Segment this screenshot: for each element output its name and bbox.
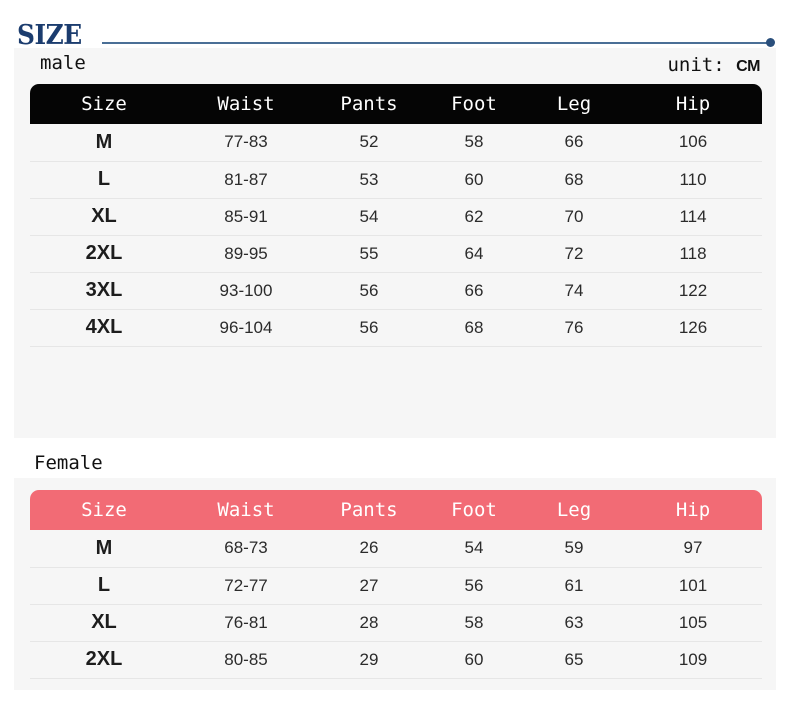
male-row-2-size: XL [30, 198, 178, 236]
female-row-2-waist: 76-81 [178, 604, 314, 642]
male-row-4-waist: 93-100 [178, 272, 314, 310]
female-table-header-row: Size Waist Pants Foot Leg Hip [30, 490, 762, 530]
male-row-5-leg: 76 [524, 309, 624, 347]
male-row-2-hip: 114 [624, 198, 762, 236]
female-row-3-pants: 29 [314, 641, 424, 679]
male-row-5-waist: 96-104 [178, 309, 314, 347]
female-row-0-leg: 59 [524, 530, 624, 568]
female-row-2-hip: 105 [624, 604, 762, 642]
size-logo: SIZE [17, 20, 82, 51]
male-section-label: male [40, 52, 86, 74]
female-row-3-size: 2XL [30, 641, 178, 679]
female-row-3-leg: 65 [524, 641, 624, 679]
female-row-2-foot: 58 [424, 604, 524, 642]
female-row-1-waist: 72-77 [178, 567, 314, 605]
male-row-3-hip: 118 [624, 235, 762, 273]
female-row-2-leg: 63 [524, 604, 624, 642]
female-col-header-foot: Foot [424, 490, 524, 530]
male-row-2-foot: 62 [424, 198, 524, 236]
male-col-header-hip: Hip [624, 84, 762, 124]
male-row-4-foot: 66 [424, 272, 524, 310]
table-row: 2XL 80-85 29 60 65 109 [30, 641, 762, 679]
female-row-1-leg: 61 [524, 567, 624, 605]
table-row: 2XL 89-95 55 64 72 118 [30, 235, 762, 273]
table-row: M 68-73 26 54 59 97 [30, 530, 762, 568]
female-row-2-size: XL [30, 604, 178, 642]
male-row-0-waist: 77-83 [178, 124, 314, 162]
male-row-1-waist: 81-87 [178, 161, 314, 199]
female-row-0-waist: 68-73 [178, 530, 314, 568]
male-col-header-foot: Foot [424, 84, 524, 124]
male-row-0-hip: 106 [624, 124, 762, 162]
male-col-header-size: Size [30, 84, 178, 124]
female-section-label: Female [34, 452, 103, 474]
male-row-2-waist: 85-91 [178, 198, 314, 236]
table-row: 4XL 96-104 56 68 76 126 [30, 309, 762, 347]
female-row-3-foot: 60 [424, 641, 524, 679]
female-col-header-waist: Waist [178, 490, 314, 530]
male-row-1-pants: 53 [314, 161, 424, 199]
female-row-1-hip: 101 [624, 567, 762, 605]
unit-value-text: CM [736, 58, 760, 75]
female-col-header-pants: Pants [314, 490, 424, 530]
male-row-5-size: 4XL [30, 309, 178, 347]
male-row-4-leg: 74 [524, 272, 624, 310]
table-row: L 81-87 53 60 68 110 [30, 161, 762, 199]
unit-label: unit: CM [667, 54, 760, 76]
male-row-5-hip: 126 [624, 309, 762, 347]
male-row-2-leg: 70 [524, 198, 624, 236]
female-col-header-leg: Leg [524, 490, 624, 530]
male-row-3-pants: 55 [314, 235, 424, 273]
table-row: XL 85-91 54 62 70 114 [30, 198, 762, 236]
male-row-1-leg: 68 [524, 161, 624, 199]
brand-rule-line [102, 42, 772, 44]
male-table-header-row: Size Waist Pants Foot Leg Hip [30, 84, 762, 124]
male-row-3-leg: 72 [524, 235, 624, 273]
unit-label-text: unit: [667, 54, 725, 76]
female-row-1-foot: 56 [424, 567, 524, 605]
male-row-0-pants: 52 [314, 124, 424, 162]
male-col-header-leg: Leg [524, 84, 624, 124]
female-row-1-pants: 27 [314, 567, 424, 605]
male-row-0-leg: 66 [524, 124, 624, 162]
table-row: L 72-77 27 56 61 101 [30, 567, 762, 605]
brand-rule-dot-icon [766, 38, 775, 47]
female-row-3-hip: 109 [624, 641, 762, 679]
male-row-3-size: 2XL [30, 235, 178, 273]
brand-header: SIZE [0, 0, 790, 51]
male-row-3-waist: 89-95 [178, 235, 314, 273]
female-row-2-pants: 28 [314, 604, 424, 642]
male-row-5-foot: 68 [424, 309, 524, 347]
female-row-0-size: M [30, 530, 178, 568]
male-row-5-pants: 56 [314, 309, 424, 347]
male-row-0-foot: 58 [424, 124, 524, 162]
female-size-table: Size Waist Pants Foot Leg Hip M 68-73 26… [30, 490, 762, 679]
male-row-1-foot: 60 [424, 161, 524, 199]
table-row: XL 76-81 28 58 63 105 [30, 604, 762, 642]
male-row-3-foot: 64 [424, 235, 524, 273]
male-row-0-size: M [30, 124, 178, 162]
male-row-1-size: L [30, 161, 178, 199]
male-row-4-hip: 122 [624, 272, 762, 310]
male-row-4-size: 3XL [30, 272, 178, 310]
female-col-header-size: Size [30, 490, 178, 530]
female-row-3-waist: 80-85 [178, 641, 314, 679]
male-col-header-waist: Waist [178, 84, 314, 124]
male-row-2-pants: 54 [314, 198, 424, 236]
female-row-0-pants: 26 [314, 530, 424, 568]
table-row: M 77-83 52 58 66 106 [30, 124, 762, 162]
male-row-4-pants: 56 [314, 272, 424, 310]
table-row: 3XL 93-100 56 66 74 122 [30, 272, 762, 310]
female-row-1-size: L [30, 567, 178, 605]
male-row-1-hip: 110 [624, 161, 762, 199]
female-col-header-hip: Hip [624, 490, 762, 530]
female-row-0-foot: 54 [424, 530, 524, 568]
male-col-header-pants: Pants [314, 84, 424, 124]
female-row-0-hip: 97 [624, 530, 762, 568]
male-size-table: Size Waist Pants Foot Leg Hip M 77-83 52… [30, 84, 762, 347]
